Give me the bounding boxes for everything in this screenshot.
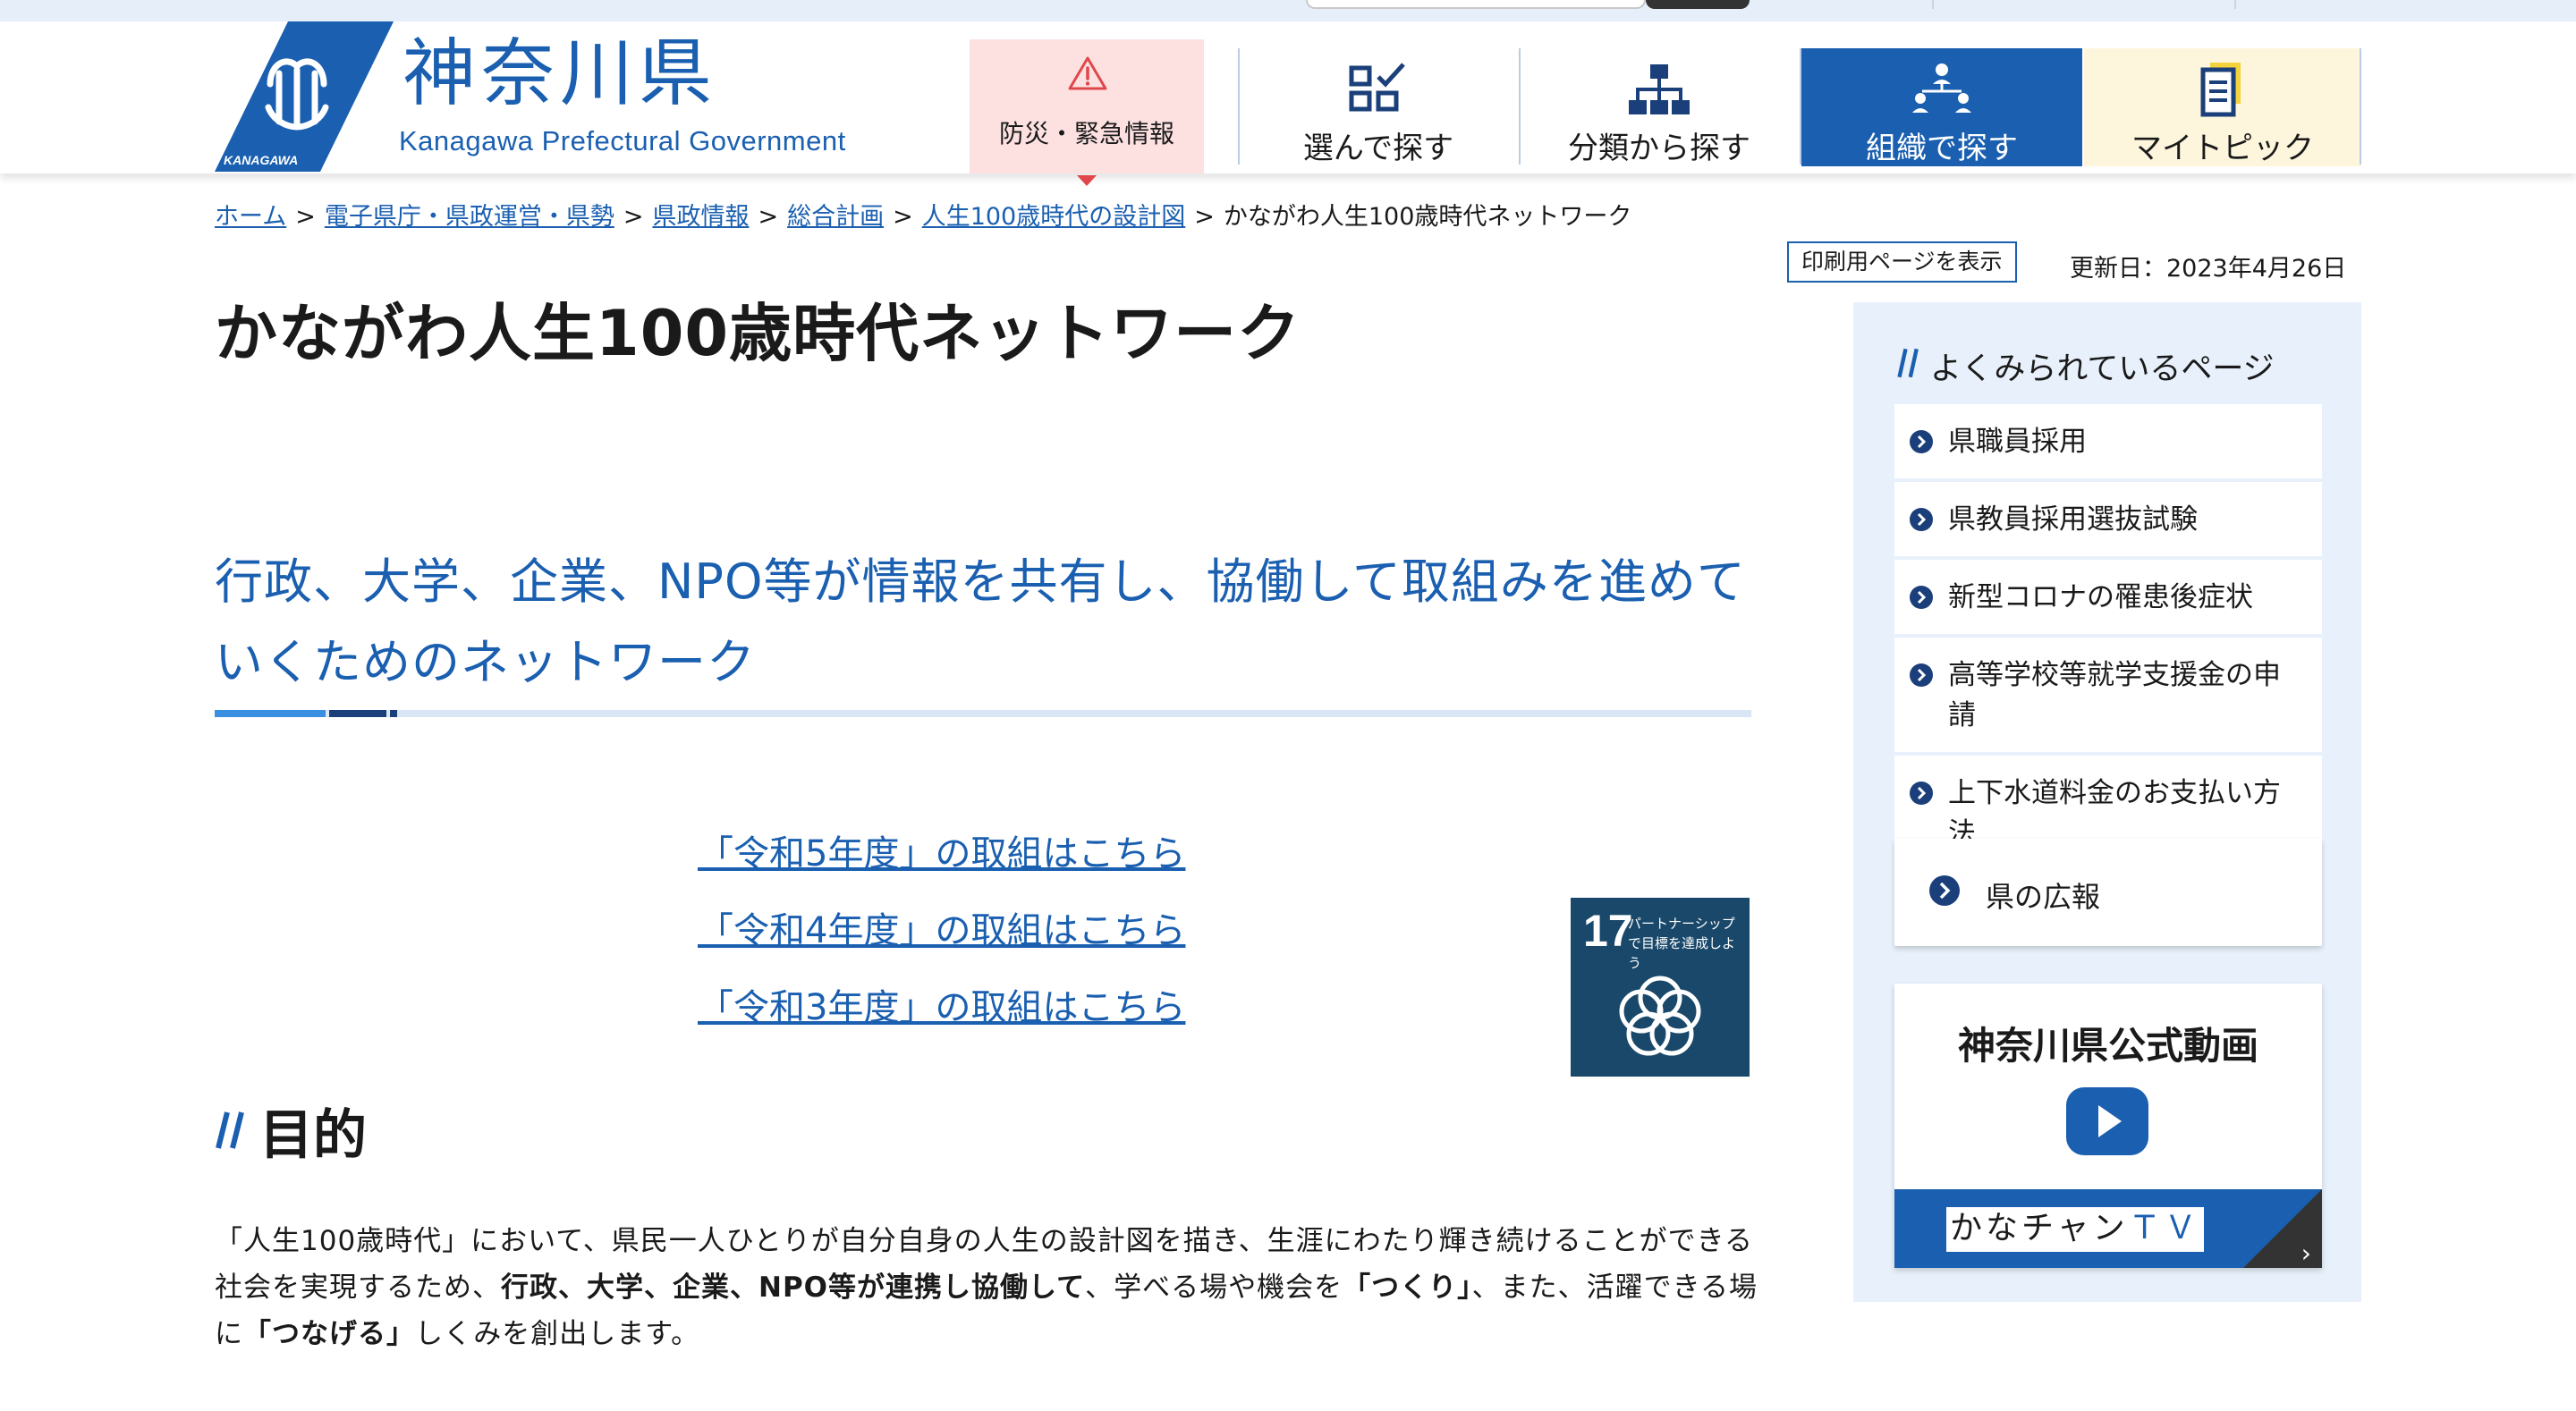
heading-slash-icon [1897,348,1919,378]
lead-divider [215,710,1751,717]
nav-divider [2360,48,2361,165]
nav-choose-label: 選んで探す [1302,131,1454,166]
utility-divider [1932,0,1934,9]
warning-icon [1068,56,1107,90]
video-title: 神奈川県公式動画 [1957,1024,2258,1068]
hierarchy-icon [1629,64,1690,114]
search-input[interactable] [1306,0,1646,9]
nav-organization-label: 組織で探す [1866,131,2018,166]
breadcrumb-separator: > [893,203,913,231]
disaster-info-button[interactable]: 防災・緊急情報 [970,39,1204,186]
nav-my-topic[interactable]: マイトピック [2084,48,2361,166]
link-reiwa-3[interactable]: 「令和3年度」の取組はこちら [698,978,1234,1055]
heading-slash-icon [216,1111,244,1149]
official-video-banner[interactable]: 神奈川県公式動画 かなチャンＴＶ › [1894,984,2322,1268]
search-button[interactable] [1646,0,1750,9]
nav-category-search[interactable]: 分類から探す [1521,48,1798,166]
popular-item-teacher-exam[interactable]: 県教員採用選抜試験 [1894,482,2322,556]
print-page-button[interactable]: 印刷用ページを表示 [1787,241,2017,283]
breadcrumb-separator: > [623,203,644,231]
video-brand-kana: かなチャン [1950,1210,2129,1246]
kanagawa-logo-icon[interactable]: KANAGAWA [215,21,394,172]
checklist-icon [1349,63,1405,112]
link-reiwa-5[interactable]: 「令和5年度」の取組はこちら [698,824,1234,901]
chevron-right-circle-icon [1910,508,1933,531]
breadcrumb-life-100-plan[interactable]: 人生100歳時代の設計図 [922,203,1186,231]
popular-item-staff-recruitment[interactable]: 県職員採用 [1894,404,2322,478]
purpose-paragraph: 「人生100歳時代」において、県民一人ひとりが自分自身の人生の設計図を描き、生涯… [215,1218,1762,1357]
logo-caption: KANAGAWA [224,153,298,167]
site-subtitle[interactable]: Kanagawa Prefectural Government [399,127,846,155]
chevron-right-circle-icon [1910,782,1933,805]
popular-item-long-covid[interactable]: 新型コロナの罹患後症状 [1894,560,2322,634]
purpose-text: 、学べる場や機会を [1085,1272,1343,1304]
breadcrumb-e-government[interactable]: 電子県庁・県政運営・県勢 [325,203,614,231]
play-icon [2066,1087,2148,1155]
nav-category-label: 分類から探す [1568,131,1750,166]
breadcrumb-prefectural-info[interactable]: 県政情報 [652,203,749,231]
utility-bar [0,0,2576,21]
chevron-right-circle-icon [1910,430,1933,453]
breadcrumb-separator: > [295,203,316,231]
sdg-17-badge: 17 パートナーシップで目標を達成しよう [1571,898,1750,1077]
breadcrumb-separator: > [758,203,779,231]
document-icon [2200,63,2241,117]
popular-pages-list: 県職員採用 県教員採用選抜試験 新型コロナの罹患後症状 高等学校等就学支援金の申… [1894,404,2322,874]
divider-accent [215,710,326,717]
sidebar: よくみられているページ 県職員採用 県教員採用選抜試験 新型コロナの罹患後症状 … [1853,302,2361,1302]
chevron-right-circle-icon [1910,586,1933,609]
popular-item-label: 高等学校等就学支援金の申請 [1948,659,2281,731]
prefectural-pr-link[interactable]: 県の広報 [1894,839,2322,946]
video-brand-tv: ＴＶ [2128,1210,2200,1246]
popular-item-tuition-support[interactable]: 高等学校等就学支援金の申請 [1894,638,2322,752]
utility-divider [2234,0,2236,9]
purpose-bold: 「つなげる」 [243,1318,415,1350]
site-title[interactable]: 神奈川県 [402,38,717,111]
chevron-right-circle-icon [1910,663,1933,687]
prefectural-pr-label: 県の広報 [1986,880,2101,914]
nav-choose-search[interactable]: 選んで探す [1240,48,1517,166]
popular-item-label: 県教員採用選抜試験 [1948,503,2198,536]
sdg-text: パートナーシップで目標を達成しよう [1628,916,1736,971]
purpose-bold: 行政、大学、企業、NPO等が連携し協働して [501,1272,1086,1304]
popular-pages-heading-text: よくみられているページ [1930,351,2275,387]
purpose-text: しくみを創出します。 [415,1318,700,1350]
disaster-info-label: 防災・緊急情報 [998,119,1174,148]
video-brand-logo: かなチャンＴＶ [1946,1207,2204,1252]
nav-organization-search[interactable]: 組織で探す [1801,48,2082,166]
fiscal-year-links: 「令和5年度」の取組はこちら 「令和4年度」の取組はこちら 「令和3年度」の取組… [698,824,1234,1055]
site-header: KANAGAWA 神奈川県 Kanagawa Prefectural Gover… [0,21,2576,186]
popular-item-label: 新型コロナの罹患後症状 [1948,581,2253,613]
chevron-down-icon [1077,175,1097,186]
breadcrumb-current: かながわ人生100歳時代ネットワーク [1223,203,1632,231]
breadcrumb-comprehensive-plan[interactable]: 総合計画 [787,203,884,231]
organization-icon [1912,63,1971,113]
sdg-flower-icon [1619,976,1701,1056]
page-title: かながわ人生100歳時代ネットワーク [215,297,1301,370]
breadcrumb-separator: > [1194,203,1215,231]
nav-my-topic-label: マイトピック [2131,131,2314,166]
link-reiwa-4[interactable]: 「令和4年度」の取組はこちら [698,901,1234,978]
updated-date: 更新日：2023年4月26日 [2070,255,2347,283]
divider-accent [390,710,397,717]
chevron-right-icon: › [2301,1238,2311,1268]
popular-item-label: 県職員採用 [1948,426,2087,458]
divider-accent [329,710,386,717]
section-heading-text: 目的 [259,1104,367,1167]
breadcrumb-home[interactable]: ホーム [215,203,286,231]
lead-text: 行政、大学、企業、NPO等が情報を共有し、協働して取組みを進めていくためのネット… [215,553,1746,690]
breadcrumb: ホーム > 電子県庁・県政運営・県勢 > 県政情報 > 総合計画 > 人生100歳時代の設計図 >… [215,197,1631,232]
sdg-number: 17 [1583,906,1633,956]
chevron-right-circle-icon [1929,875,1960,906]
purpose-bold: 「つくり」 [1343,1272,1472,1304]
